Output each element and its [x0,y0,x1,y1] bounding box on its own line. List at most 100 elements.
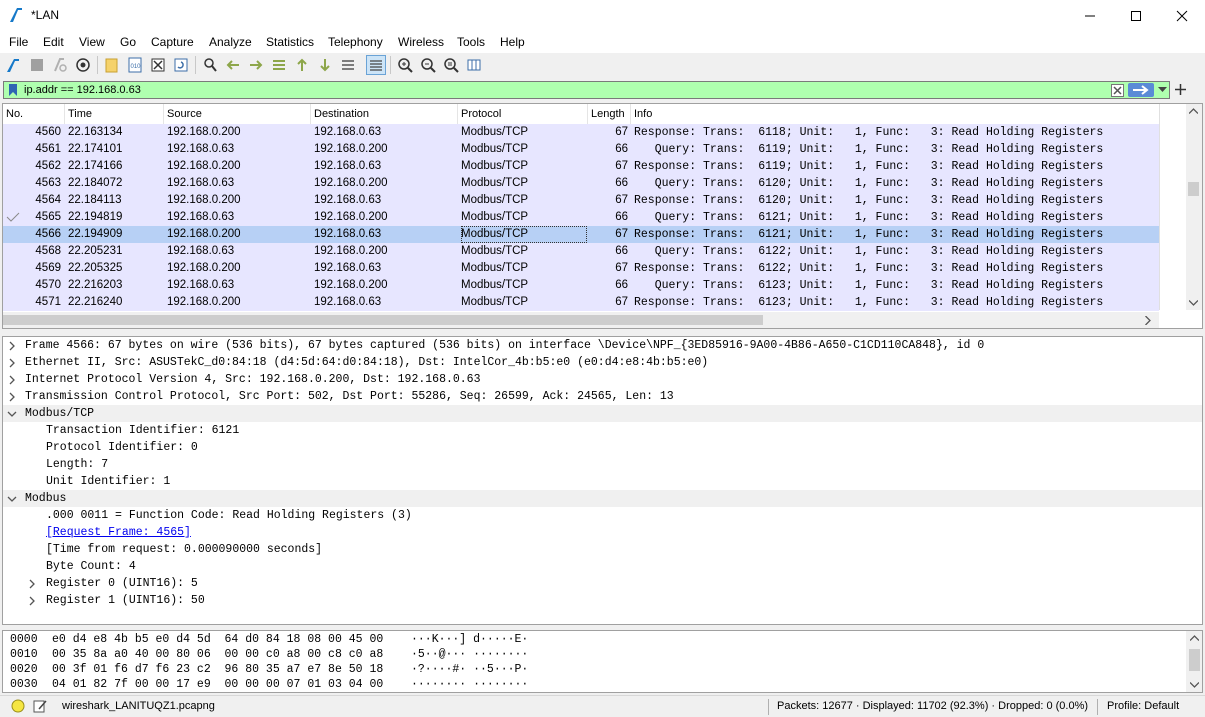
column-header-source[interactable]: Source [164,104,311,124]
packet-row[interactable]: 4570 22.216203 192.168.0.63 192.168.0.200 Mo… [3,277,1159,294]
detail-tree-item[interactable]: .000 0011 = Function Code: Read Holding … [3,507,1202,524]
packet-list-vscrollbar[interactable] [1159,104,1202,310]
detail-tree-item[interactable]: Transmission Control Protocol, Src Port:… [3,388,1202,405]
chevron-down-icon[interactable] [7,494,17,504]
column-header-no[interactable]: No. [3,104,65,124]
first-packet-button[interactable] [292,55,312,75]
chevron-right-icon[interactable] [1145,316,1151,325]
bytes-vscrollbar[interactable] [1186,631,1202,692]
chevron-right-icon[interactable] [7,375,17,385]
bookmark-icon[interactable] [8,84,18,96]
detail-tree-item[interactable]: Protocol Identifier: 0 [3,439,1202,456]
minimize-button[interactable] [1067,0,1113,31]
detail-tree-item[interactable]: Transaction Identifier: 6121 [3,422,1202,439]
menu-wireless[interactable]: Wireless [398,35,444,49]
menu-statistics[interactable]: Statistics [266,35,314,49]
packet-row[interactable]: 4565 22.194819 192.168.0.63 192.168.0.200 Mo… [3,209,1159,226]
chevron-right-icon[interactable] [27,596,37,606]
menu-view[interactable]: View [79,35,105,49]
chevron-right-icon[interactable] [7,358,17,368]
menu-analyze[interactable]: Analyze [209,35,252,49]
menu-file[interactable]: File [9,35,28,49]
column-header-length[interactable]: Length [588,104,631,124]
column-header-protocol[interactable]: Protocol [458,104,588,124]
chevron-down-icon[interactable] [1158,87,1167,93]
packet-row[interactable]: 4571 22.216240 192.168.0.200 192.168.0.63 Mo… [3,294,1159,311]
add-filter-button-icon[interactable] [1175,84,1186,95]
chevron-down-icon[interactable] [1189,300,1198,306]
go-to-packet-button[interactable] [269,55,289,75]
column-header-info[interactable]: Info [631,104,1159,124]
packet-row[interactable]: 4561 22.174101 192.168.0.63 192.168.0.200 Mo… [3,141,1159,158]
chevron-right-icon[interactable] [27,579,37,589]
packet-row[interactable]: 4563 22.184072 192.168.0.63 192.168.0.200 Mo… [3,175,1159,192]
status-profile[interactable]: Profile: Default [1107,700,1179,712]
autoscroll-button[interactable] [338,55,358,75]
expert-info-icon[interactable] [11,699,25,713]
chevron-down-icon[interactable] [1190,682,1199,688]
vscroll-thumb[interactable] [1188,182,1199,196]
packet-row-selected[interactable]: 4566 22.194909 192.168.0.200 192.168.0.63 Mo… [3,226,1159,243]
zoom-in-button[interactable] [395,55,415,75]
detail-tree-item[interactable]: Byte Count: 4 [3,558,1202,575]
chevron-up-icon[interactable] [1189,108,1198,114]
start-capture-button[interactable] [4,55,24,75]
packet-row[interactable]: 4568 22.205231 192.168.0.63 192.168.0.200 Mo… [3,243,1159,260]
go-forward-button[interactable] [246,55,266,75]
column-header-destination[interactable]: Destination [311,104,458,124]
capture-comment-icon[interactable] [33,699,47,713]
close-file-button[interactable] [148,55,168,75]
packet-row[interactable]: 4569 22.205325 192.168.0.200 192.168.0.63 Mo… [3,260,1159,277]
save-file-button[interactable]: 010 [125,55,145,75]
menu-tools[interactable]: Tools [457,35,485,49]
menu-help[interactable]: Help [500,35,525,49]
normal-size-button[interactable] [441,55,461,75]
detail-tree-item[interactable]: Modbus [3,490,1202,507]
detail-tree-item[interactable]: Unit Identifier: 1 [3,473,1202,490]
open-file-button[interactable] [102,55,122,75]
detail-tree-item[interactable]: [Time from request: 0.000090000 seconds] [3,541,1202,558]
maximize-button[interactable] [1113,0,1159,31]
request-frame-link[interactable]: [Request Frame: 4565] [46,524,191,541]
colorize-button[interactable] [366,55,386,75]
bytes-vscroll-thumb[interactable] [1189,649,1200,671]
chevron-up-icon[interactable] [1190,635,1199,641]
packet-list-hscrollbar[interactable] [3,312,1159,328]
packet-row[interactable]: 4562 22.174166 192.168.0.200 192.168.0.63 Mo… [3,158,1159,175]
capture-options-button[interactable] [73,55,93,75]
packet-row[interactable]: 4564 22.184113 192.168.0.200 192.168.0.63 Mo… [3,192,1159,209]
zoom-out-button[interactable] [418,55,438,75]
last-packet-button[interactable] [315,55,335,75]
stop-capture-button[interactable] [27,55,47,75]
go-back-button[interactable] [223,55,243,75]
chevron-right-icon[interactable] [7,392,17,402]
column-header-time[interactable]: Time [65,104,164,124]
close-button[interactable] [1159,0,1205,31]
menu-go[interactable]: Go [120,35,136,49]
packet-minimap[interactable] [1159,104,1186,310]
detail-tree-item[interactable]: [Request Frame: 4565] [3,524,1202,541]
display-filter-field[interactable] [3,81,1170,99]
hscroll-thumb[interactable] [3,315,763,325]
cell-length: 67 [615,228,628,240]
chevron-right-icon[interactable] [7,341,17,351]
resize-columns-button[interactable] [464,55,484,75]
packet-row[interactable]: 4560 22.163134 192.168.0.200 192.168.0.63 Mo… [3,124,1159,141]
detail-tree-item[interactable]: Modbus/TCP [3,405,1202,422]
filter-input[interactable] [24,82,1109,98]
clear-filter-icon[interactable] [1111,84,1124,97]
restart-capture-button[interactable] [50,55,70,75]
chevron-down-icon[interactable] [7,409,17,419]
detail-tree-item[interactable]: Frame 4566: 67 bytes on wire (536 bits),… [3,337,1202,354]
detail-tree-item[interactable]: Ethernet II, Src: ASUSTekC_d0:84:18 (d4:… [3,354,1202,371]
menu-telephony[interactable]: Telephony [328,35,383,49]
apply-filter-button[interactable] [1128,83,1154,97]
detail-tree-item[interactable]: Length: 7 [3,456,1202,473]
menu-edit[interactable]: Edit [43,35,64,49]
detail-tree-item[interactable]: Register 1 (UINT16): 50 [3,592,1202,609]
reload-file-button[interactable] [171,55,191,75]
detail-tree-item[interactable]: Register 0 (UINT16): 5 [3,575,1202,592]
find-packet-button[interactable] [200,55,220,75]
menu-capture[interactable]: Capture [151,35,194,49]
detail-tree-item[interactable]: Internet Protocol Version 4, Src: 192.16… [3,371,1202,388]
